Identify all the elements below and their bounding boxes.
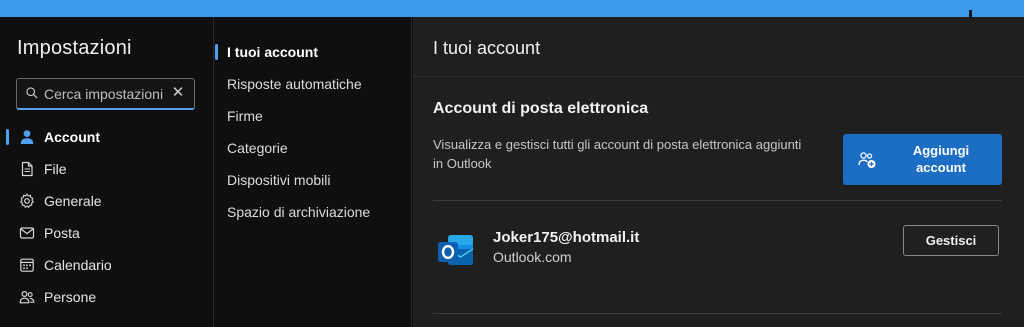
submenu-item-label: Spazio di archiviazione	[227, 204, 371, 220]
search-icon	[26, 87, 38, 99]
close-icon[interactable]: ✕	[171, 85, 185, 101]
account-submenu: I tuoi account Risposte automatiche Firm…	[215, 17, 412, 327]
submenu-item-label: Risposte automatiche	[227, 76, 362, 92]
document-icon	[21, 161, 33, 177]
add-account-button[interactable]: Aggiungi account	[843, 134, 1002, 185]
sidebar-item-label: Generale	[44, 193, 102, 209]
sidebar-item-label: Posta	[44, 225, 80, 241]
settings-content-panel: I tuoi account Account di posta elettron…	[413, 17, 1024, 327]
submenu-item-tuoi-account[interactable]: I tuoi account	[215, 36, 412, 68]
people-icon	[19, 290, 35, 304]
add-account-label: Aggiungi account	[912, 143, 970, 175]
active-indicator	[215, 44, 218, 60]
submenu-item-label: I tuoi account	[227, 44, 318, 60]
active-indicator	[6, 129, 9, 145]
manage-button-label: Gestisci	[925, 233, 977, 248]
calendar-icon	[20, 258, 34, 272]
sidebar-item-label: File	[44, 161, 67, 177]
section-title: Account di posta elettronica	[433, 100, 649, 117]
account-type: Outlook.com	[493, 249, 572, 265]
sidebar-item-file[interactable]: File	[0, 153, 214, 185]
title-bar-mark	[969, 10, 972, 17]
divider	[433, 313, 1002, 314]
gear-icon	[20, 193, 34, 208]
section-description: Visualizza e gestisci tutti gli account …	[433, 137, 802, 171]
submenu-item-label: Firme	[227, 108, 263, 124]
submenu-item-dispositivi-mobili[interactable]: Dispositivi mobili	[215, 164, 412, 196]
page-title: I tuoi account	[433, 38, 541, 58]
person-icon	[20, 130, 34, 144]
mail-icon	[19, 227, 35, 239]
submenu-item-spazio-archiviazione[interactable]: Spazio di archiviazione	[215, 196, 412, 228]
account-email: Joker175@hotmail.it	[493, 229, 640, 246]
sidebar-item-generale[interactable]: Generale	[0, 185, 214, 217]
outlook-logo-icon	[438, 235, 474, 265]
sidebar-item-label: Persone	[44, 289, 97, 305]
sidebar-item-label: Calendario	[44, 257, 112, 273]
sidebar-item-persone[interactable]: Persone	[0, 281, 214, 313]
divider	[413, 76, 1024, 77]
settings-sidebar: Impostazioni ✕ Account File Generale	[0, 17, 214, 327]
submenu-item-label: Dispositivi mobili	[227, 172, 331, 188]
submenu-item-label: Categorie	[227, 140, 288, 156]
submenu-item-risposte-automatiche[interactable]: Risposte automatiche	[215, 68, 412, 100]
settings-title: Impostazioni	[17, 37, 132, 59]
title-bar	[0, 0, 1024, 17]
add-person-icon	[858, 152, 876, 168]
sidebar-item-label: Account	[44, 129, 100, 145]
manage-account-button[interactable]: Gestisci	[903, 225, 999, 256]
submenu-item-firme[interactable]: Firme	[215, 100, 412, 132]
search-box[interactable]: ✕	[16, 78, 195, 110]
submenu-item-categorie[interactable]: Categorie	[215, 132, 412, 164]
sidebar-item-account[interactable]: Account	[0, 121, 214, 153]
search-input[interactable]	[44, 84, 172, 104]
divider	[433, 200, 1002, 201]
sidebar-item-calendario[interactable]: Calendario	[0, 249, 214, 281]
sidebar-item-posta[interactable]: Posta	[0, 217, 214, 249]
